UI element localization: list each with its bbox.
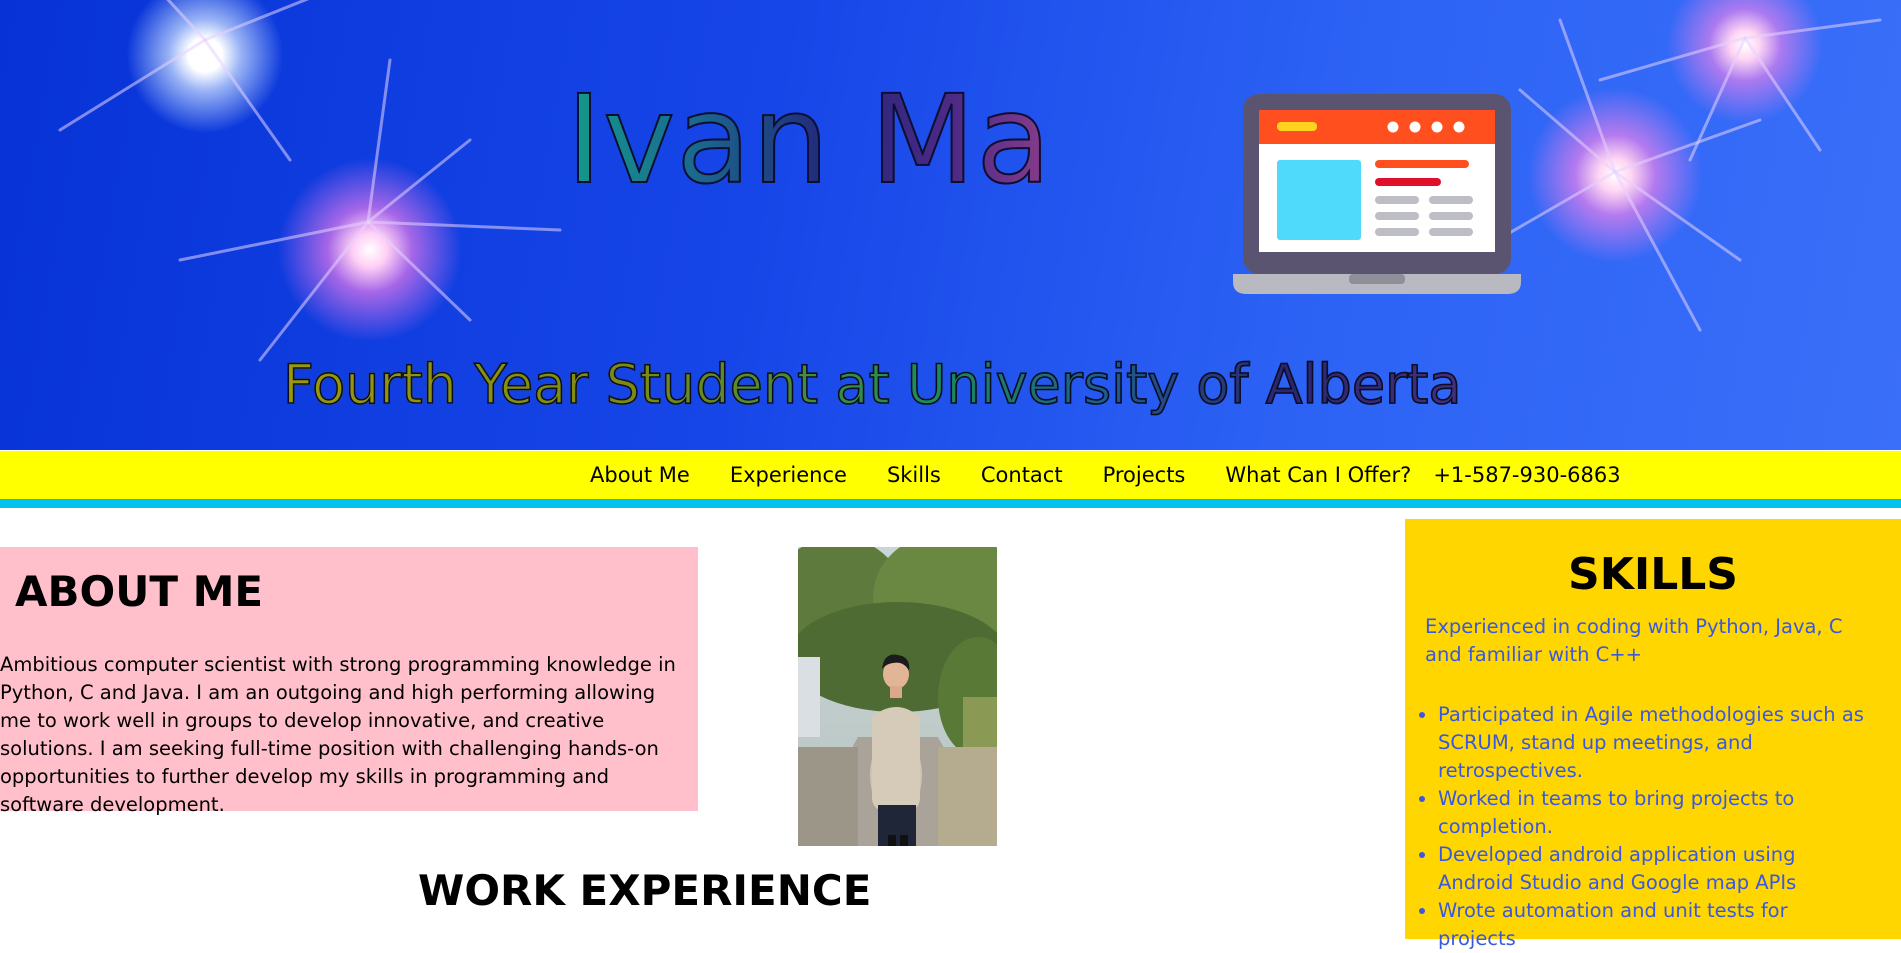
about-me-section: ABOUT ME Ambitious computer scientist wi…	[0, 547, 698, 816]
list-item: Worked in teams to bring projects to com…	[1438, 785, 1868, 841]
laptop-illustration	[1233, 94, 1521, 294]
list-item: Developed android application using Andr…	[1438, 841, 1868, 897]
nav-item-about-me[interactable]: About Me	[590, 463, 690, 487]
nav-item-skills[interactable]: Skills	[887, 463, 941, 487]
hero-name: Ivan Ma	[565, 69, 1053, 211]
skills-list: Participated in Agile methodologies such…	[1405, 701, 1868, 953]
list-item: Wrote automation and unit tests for proj…	[1438, 897, 1868, 953]
nav-menu: About Me Experience Skills Contact Proje…	[590, 451, 1621, 499]
nav-item-what-can-i-offer[interactable]: What Can I Offer?	[1225, 463, 1411, 487]
about-me-heading: ABOUT ME	[15, 567, 264, 616]
about-me-text: Ambitious computer scientist with strong…	[0, 653, 676, 816]
profile-photo	[798, 547, 997, 846]
nav-item-contact[interactable]: Contact	[981, 463, 1063, 487]
skills-heading: SKILLS	[1568, 549, 1738, 600]
nav-item-experience[interactable]: Experience	[730, 463, 847, 487]
work-experience-heading: WORK EXPERIENCE	[418, 866, 872, 915]
skills-intro: Experienced in coding with Python, Java,…	[1425, 615, 1843, 666]
nav-divider-stripe	[0, 499, 1901, 508]
top-navigation: About Me Experience Skills Contact Proje…	[0, 451, 1901, 499]
nav-phone-number: +1-587-930-6863	[1433, 463, 1621, 487]
nav-item-projects[interactable]: Projects	[1103, 463, 1186, 487]
hero-subtitle: Fourth Year Student at University of Alb…	[282, 352, 1462, 417]
list-item: Participated in Agile methodologies such…	[1438, 701, 1868, 785]
skills-panel: SKILLS Experienced in coding with Python…	[1405, 519, 1901, 950]
hero-banner: Ivan Ma Fourth Year Student at Universit…	[0, 0, 1901, 450]
